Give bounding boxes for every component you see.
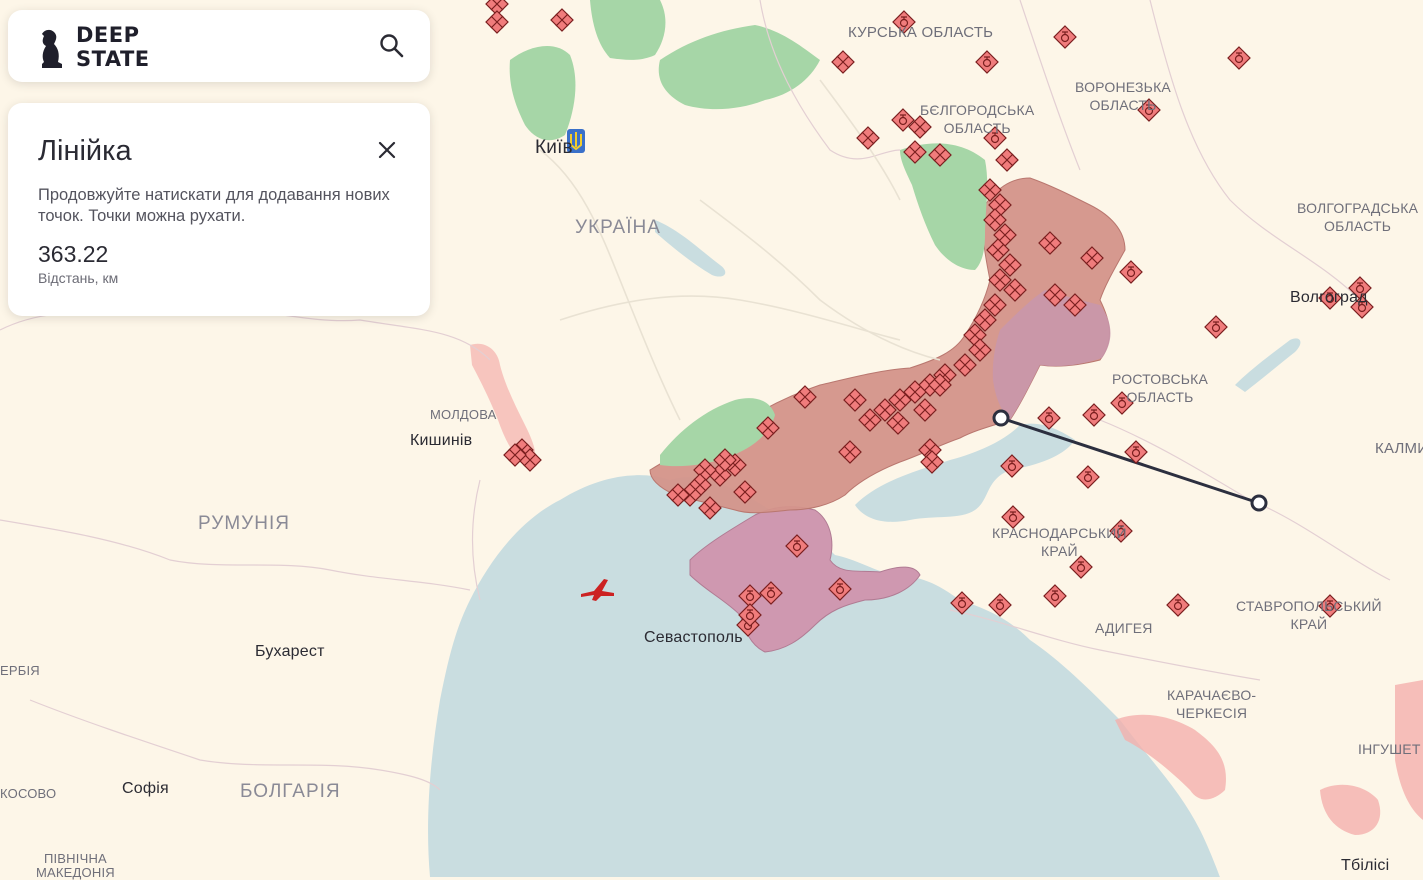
label-bulgaria: БОЛГАРІЯ xyxy=(240,781,341,802)
label-kosovo: КОСОВО xyxy=(0,786,57,801)
ruler-title: Лінійка xyxy=(38,135,132,167)
label-kursk: КУРСЬКА ОБЛАСТЬ xyxy=(848,24,994,41)
label-krasnodar-line2: КРАЙ xyxy=(1041,543,1078,559)
label-north-macedonia: ПІВНІЧНА МАКЕДОНІЯ xyxy=(36,852,115,880)
label-kalmykia: КАЛМИ xyxy=(1375,440,1423,457)
label-belgorod-line2: ОБЛАСТЬ xyxy=(943,120,1011,136)
label-belgorod-line1: БЄЛГОРОДСЬКА xyxy=(920,102,1035,118)
label-moldova: МОЛДОВА xyxy=(430,407,497,422)
label-tbilisi: Тбілісі xyxy=(1341,857,1390,874)
label-belgorod: БЄЛГОРОДСЬКА ОБЛАСТЬ xyxy=(920,101,1034,137)
label-sofia: Софія xyxy=(122,780,169,797)
ruler-point-end[interactable] xyxy=(1250,494,1268,512)
label-romania: РУМУНІЯ xyxy=(198,513,290,534)
label-stavropol-line2: КРАЙ xyxy=(1290,616,1328,632)
label-voronezh-line1: ВОРОНЕЗЬКА xyxy=(1075,79,1171,95)
label-serbia: ЕРБІЯ xyxy=(0,663,40,678)
label-voronezh-line2: ОБЛАСТЬ xyxy=(1089,97,1157,113)
label-kyiv: Київ xyxy=(535,137,573,158)
label-volgograd-line1: ВОЛГОГРАДСЬКА xyxy=(1297,200,1419,216)
label-volgograd: ВОЛГОГРАДСЬКА ОБЛАСТЬ xyxy=(1297,199,1418,235)
label-adygea: АДИГЕЯ xyxy=(1095,620,1153,636)
label-bucharest: Бухарест xyxy=(255,643,325,660)
label-karachay: КАРАЧАЄВО- ЧЕРКЕСІЯ xyxy=(1167,686,1256,722)
label-rostov: РОСТОВСЬКА ОБЛАСТЬ xyxy=(1112,370,1208,406)
brand-header: DEEP STATE xyxy=(8,10,430,82)
brand-line1: DEEP xyxy=(76,23,140,47)
knight-chess-icon xyxy=(42,29,62,68)
ruler-distance-label: Відстань, км xyxy=(38,270,119,286)
label-ingushetia: ІНГУШЕТ xyxy=(1358,741,1421,757)
label-karachay-line1: КАРАЧАЄВО- xyxy=(1167,687,1257,703)
label-voronezh: ВОРОНЕЗЬКА ОБЛАСТЬ xyxy=(1075,78,1171,114)
label-stavropol-line1: СТАВРОПОЛЬСЬКИЙ xyxy=(1236,598,1382,614)
label-rostov-line1: РОСТОВСЬКА xyxy=(1112,371,1209,387)
close-icon[interactable] xyxy=(376,139,398,161)
label-north-macedonia-line2: МАКЕДОНІЯ xyxy=(36,865,115,880)
ruler-distance-value: 363.22 xyxy=(38,241,109,267)
ruler-point-start[interactable] xyxy=(992,409,1010,427)
label-volgograd-line2: ОБЛАСТЬ xyxy=(1324,218,1392,234)
label-stavropol: СТАВРОПОЛЬСЬКИЙ КРАЙ xyxy=(1236,597,1382,633)
label-ukraine: УКРАЇНА xyxy=(575,217,661,238)
label-krasnodar-line1: КРАСНОДАРСЬКИЙ xyxy=(992,525,1127,541)
brand-line2: STATE xyxy=(76,47,150,71)
label-volgograd-city: Волгоград xyxy=(1290,289,1368,306)
label-north-macedonia-line1: ПІВНІЧНА xyxy=(43,851,107,866)
ruler-panel: Лінійка Продовжуйте натискати для додава… xyxy=(8,103,430,316)
label-krasnodar: КРАСНОДАРСЬКИЙ КРАЙ xyxy=(992,524,1127,560)
brand-logo-text: DEEP STATE xyxy=(76,23,150,71)
label-chisinau: Кишинів xyxy=(410,432,473,449)
label-rostov-line2: ОБЛАСТЬ xyxy=(1126,389,1194,405)
search-icon[interactable] xyxy=(378,32,406,60)
label-karachay-line2: ЧЕРКЕСІЯ xyxy=(1176,705,1248,721)
ruler-description: Продовжуйте натискати для додавання нови… xyxy=(38,186,390,225)
label-sevastopol: Севастополь xyxy=(644,629,743,646)
